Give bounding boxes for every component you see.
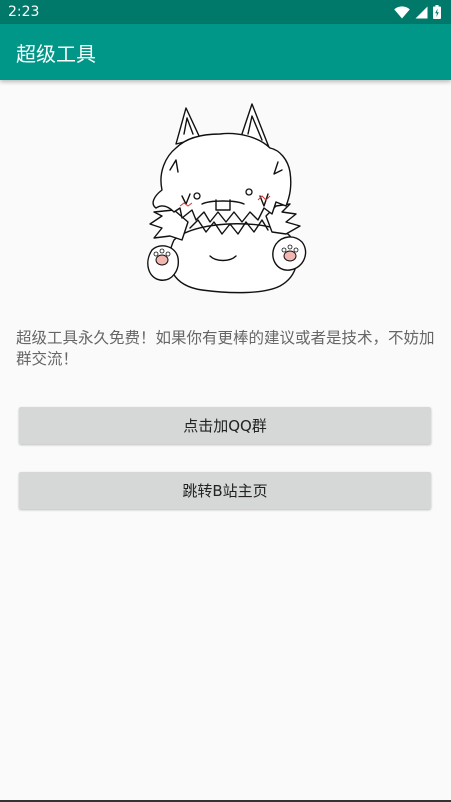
- status-bar: 2:23: [0, 0, 451, 24]
- cellular-signal-icon: [415, 6, 428, 18]
- join-qq-group-button[interactable]: 点击加QQ群: [19, 407, 431, 444]
- bilibili-homepage-button[interactable]: 跳转B站主页: [19, 472, 431, 509]
- app-title: 超级工具: [16, 41, 96, 66]
- wifi-icon: [394, 5, 410, 19]
- battery-icon: [433, 5, 441, 19]
- intro-text: 超级工具永久免费！如果你有更棒的建议或者是技术，不妨加群交流！: [16, 329, 435, 368]
- status-icons: [394, 5, 441, 19]
- status-time: 2:23: [8, 4, 40, 20]
- mascot-illustration: [147, 103, 307, 294]
- app-bar: 超级工具: [0, 24, 451, 80]
